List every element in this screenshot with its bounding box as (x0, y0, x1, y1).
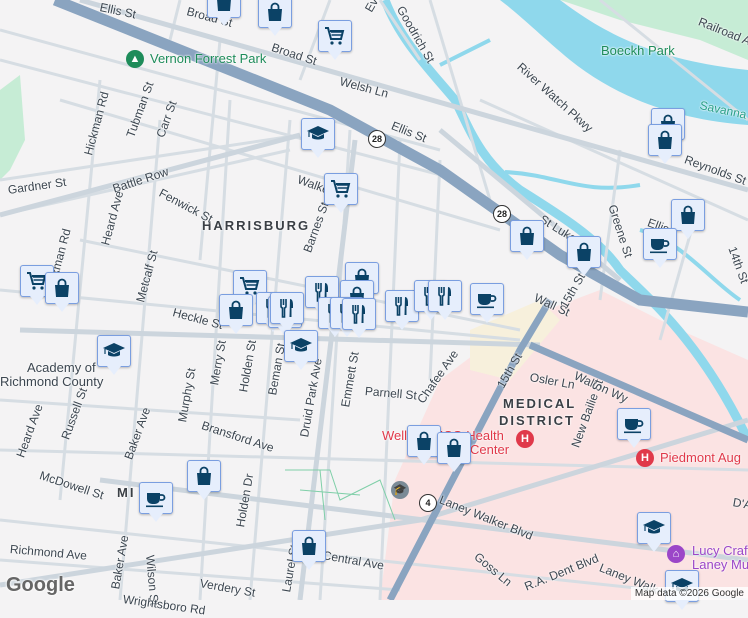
area-label-medical: MEDICAL (503, 396, 577, 411)
shopping-marker[interactable] (510, 220, 544, 260)
grocery-icon (331, 180, 351, 198)
cafe-icon (624, 419, 644, 434)
wellstar-label-2[interactable]: Center (470, 442, 509, 457)
shopping-marker[interactable] (207, 0, 241, 26)
cafe-marker[interactable] (643, 228, 677, 268)
grocery-marker[interactable] (324, 173, 358, 213)
grocery-icon (325, 27, 345, 45)
shopping-marker[interactable] (258, 0, 292, 36)
school-icon[interactable]: 🎓 (391, 481, 409, 499)
restaurant-marker[interactable] (270, 292, 304, 332)
education-icon (290, 338, 312, 352)
shopping-icon (197, 466, 211, 485)
shopping-icon (55, 278, 69, 297)
shopping-icon (681, 205, 695, 224)
shopping-marker[interactable] (407, 425, 441, 465)
map-attribution[interactable]: Map data ©2026 Google (630, 587, 748, 600)
park-label-vernon[interactable]: Vernon Forrest Park (150, 51, 266, 66)
education-marker[interactable] (637, 512, 671, 552)
education-icon (103, 343, 125, 357)
museum-icon[interactable]: ⌂ (667, 545, 685, 563)
park-label-boeckh[interactable]: Boeckh Park (601, 43, 675, 58)
education-marker[interactable] (284, 330, 318, 370)
grocery-marker[interactable] (318, 20, 352, 60)
shopping-icon (217, 0, 231, 11)
lucy-label-1[interactable]: Lucy Craft (692, 543, 748, 558)
cafe-icon (146, 493, 166, 508)
education-marker[interactable] (301, 118, 335, 158)
cafe-marker[interactable] (617, 408, 651, 448)
shopping-icon (417, 431, 431, 450)
education-icon (307, 126, 329, 140)
shopping-marker[interactable] (567, 236, 601, 276)
academy-label-2[interactable]: Richmond County (0, 374, 103, 389)
restaurant-icon (352, 305, 365, 324)
area-label-midtown: MI (117, 485, 136, 500)
shopping-icon (577, 242, 591, 261)
park-area (0, 75, 25, 180)
restaurant-icon (395, 297, 408, 316)
cafe-marker[interactable] (470, 283, 504, 323)
cafe-marker[interactable] (139, 482, 173, 522)
restaurant-marker[interactable] (428, 280, 462, 320)
shopping-marker[interactable] (648, 124, 682, 164)
shopping-marker[interactable] (292, 530, 326, 570)
shopping-marker[interactable] (437, 432, 471, 472)
piedmont-label[interactable]: Piedmont Aug (660, 450, 741, 465)
hospital-icon[interactable]: H (516, 430, 534, 448)
shopping-marker[interactable] (671, 199, 705, 239)
shopping-icon (302, 536, 316, 555)
shopping-marker[interactable] (219, 294, 253, 334)
park-icon[interactable]: ▲ (126, 50, 144, 68)
shopping-marker[interactable] (45, 272, 79, 312)
academy-label-1[interactable]: Academy of (27, 360, 96, 375)
google-logo: Google (6, 574, 75, 596)
hospital-icon[interactable]: H (636, 449, 654, 467)
area-label-district: DISTRICT (499, 413, 575, 428)
restaurant-icon (280, 299, 293, 318)
shopping-icon (447, 438, 461, 457)
cafe-icon (477, 294, 497, 309)
route-28-shield: 28 (493, 205, 511, 223)
shopping-icon (229, 300, 243, 319)
shopping-icon (658, 130, 672, 149)
shopping-icon (268, 2, 282, 21)
area-label-harrisburg: HARRISBURG (202, 218, 311, 233)
restaurant-icon (438, 287, 451, 306)
education-icon (643, 520, 665, 534)
lucy-label-2[interactable]: Laney Mu (692, 557, 748, 572)
cafe-icon (650, 239, 670, 254)
route-4-shield: 4 (419, 494, 437, 512)
shopping-marker[interactable] (187, 460, 221, 500)
shopping-icon (520, 226, 534, 245)
education-marker[interactable] (97, 335, 131, 375)
route-28-shield: 28 (368, 130, 386, 148)
restaurant-marker[interactable] (342, 298, 376, 338)
